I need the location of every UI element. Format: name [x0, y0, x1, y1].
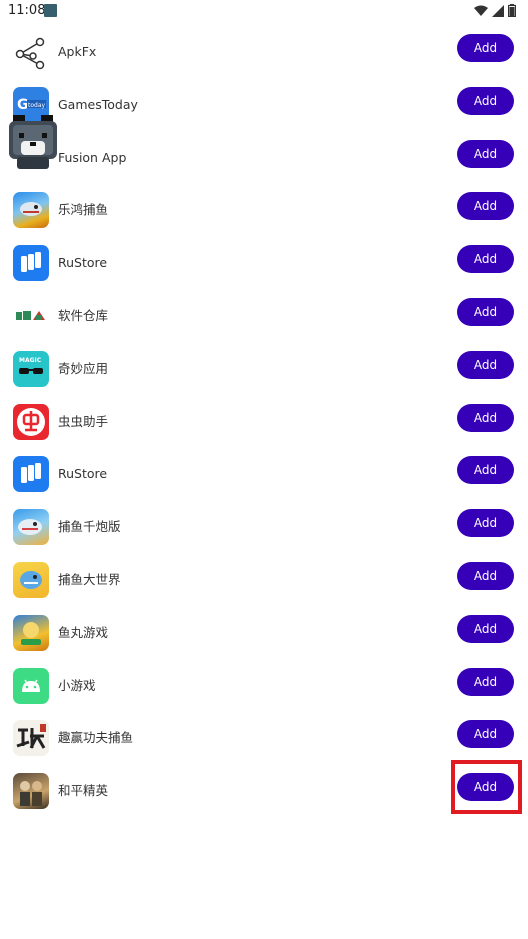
list-item: 和平精英 Add	[0, 765, 528, 818]
app-label: GamesToday	[58, 96, 138, 112]
svg-text:MAGIC: MAGIC	[19, 357, 42, 364]
app-label: 捕鱼千炮版	[58, 519, 121, 535]
app-label: RuStore	[58, 255, 108, 271]
wifi-icon	[474, 5, 488, 16]
add-button[interactable]: Add	[457, 614, 514, 643]
app-label: 虫虫助手	[58, 413, 109, 429]
software-store-icon	[13, 297, 49, 334]
add-button[interactable]: Add	[457, 139, 514, 168]
list-item: 捕鱼千炮版 Add	[0, 501, 528, 554]
app-label: 和平精英	[58, 783, 109, 799]
add-button[interactable]: Add	[457, 456, 514, 485]
add-button[interactable]: Add	[457, 297, 514, 326]
share-nodes-icon	[13, 34, 49, 70]
list-item: 软件仓库 Add	[0, 290, 528, 343]
add-button[interactable]: Add	[457, 86, 514, 115]
list-item: 虫虫助手 Add	[0, 396, 528, 449]
magic-app-icon: MAGIC	[13, 350, 49, 387]
fishball-game-icon	[13, 614, 49, 651]
app-label: 捕鱼大世界	[58, 571, 121, 587]
add-button[interactable]: Add	[457, 192, 514, 221]
app-label: ApkFx	[58, 44, 97, 59]
shark-world-icon	[13, 561, 49, 598]
list-item: G today GamesToday Add	[0, 79, 528, 132]
list-item: RuStore Add	[0, 448, 528, 501]
add-button[interactable]: Add	[457, 245, 514, 274]
list-item: 乐鸿捕鱼 Add	[0, 184, 528, 237]
highlight-box	[451, 760, 522, 814]
add-button[interactable]: Add	[457, 561, 514, 590]
add-button[interactable]: Add	[457, 509, 514, 538]
rustore-icon	[13, 245, 49, 282]
svg-text:G: G	[17, 97, 29, 113]
chongchong-icon	[13, 403, 49, 440]
list-item: MAGIC 奇妙应用 Add	[0, 343, 528, 396]
list-item: ApkFx Add	[0, 26, 528, 79]
shark-game-icon	[13, 509, 49, 546]
fish-game-icon	[13, 192, 49, 229]
app-list: ApkFx Add G today GamesToday Add Fusion …	[0, 26, 528, 818]
app-label: Fusion App	[58, 149, 127, 165]
floating-mascot-icon[interactable]	[5, 113, 61, 173]
list-item: 捕鱼大世界 Add	[0, 554, 528, 607]
add-button[interactable]: Add	[457, 667, 514, 696]
list-item: Fusion App Add	[0, 132, 528, 185]
app-label: RuStore	[58, 466, 108, 482]
status-bar: 11:08	[0, 0, 528, 22]
add-button[interactable]: Add	[457, 350, 514, 379]
add-button[interactable]: Add	[457, 720, 514, 749]
app-label: 小游戏	[58, 677, 96, 693]
add-button[interactable]: Add	[457, 403, 514, 432]
peace-elite-icon	[13, 773, 49, 810]
app-label: 软件仓库	[58, 307, 109, 323]
list-item: 趣赢功夫捕鱼 Add	[0, 712, 528, 765]
kungfu-fish-icon	[13, 720, 49, 757]
add-button[interactable]: Add	[457, 34, 514, 62]
status-time: 11:08	[8, 3, 46, 18]
app-label: 奇妙应用	[58, 360, 109, 376]
list-item: 小游戏 Add	[0, 660, 528, 713]
svg-text:today: today	[28, 102, 46, 109]
app-notification-icon	[44, 4, 57, 17]
app-label: 鱼丸游戏	[58, 624, 109, 640]
signal-icon	[492, 4, 504, 17]
rustore-icon	[13, 456, 49, 493]
list-item: 鱼丸游戏 Add	[0, 607, 528, 660]
android-icon	[13, 667, 49, 704]
battery-icon	[508, 4, 516, 17]
list-item: RuStore Add	[0, 237, 528, 290]
app-label: 趣赢功夫捕鱼	[58, 730, 134, 746]
app-label: 乐鸿捕鱼	[58, 202, 109, 218]
status-icons	[474, 4, 516, 17]
